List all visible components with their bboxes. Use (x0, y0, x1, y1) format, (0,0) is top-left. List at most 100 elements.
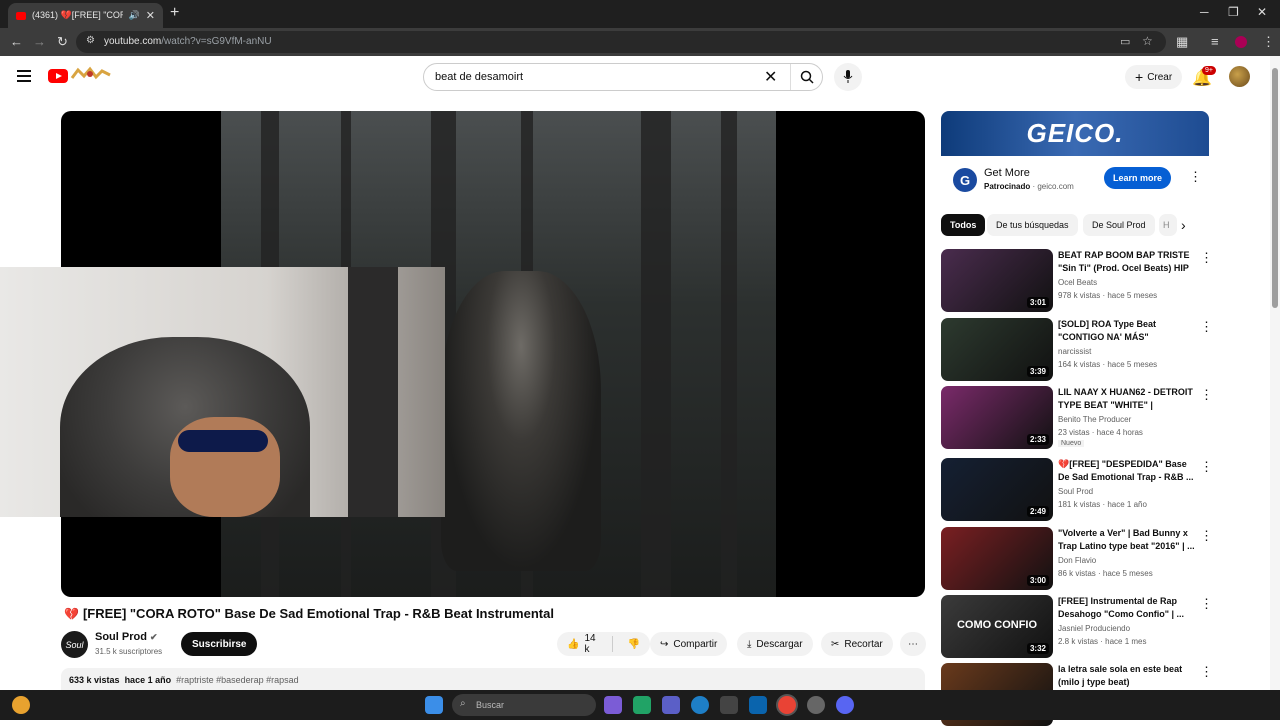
recommended-video[interactable]: 3:01 BEAT RAP BOOM BAP TRISTE "Sin Ti" (P… (941, 249, 1213, 313)
search-button[interactable] (790, 64, 823, 90)
minimize-icon[interactable]: ─ (1200, 5, 1209, 19)
chip-de-soul-prod[interactable]: De Soul Prod (1083, 214, 1155, 236)
create-button[interactable]: + Crear (1125, 65, 1183, 89)
video-thumbnail[interactable]: 3:00 (941, 527, 1053, 590)
download-button[interactable]: ⤓ Descargar (737, 632, 813, 656)
recommended-video[interactable]: 3:39 [SOLD] ROA Type Beat "CONTIGO NA' MÁ… (941, 318, 1213, 382)
reading-list-icon[interactable]: ≡ (1211, 34, 1219, 49)
like-button[interactable]: 👍 14 k (557, 633, 613, 655)
browser-tab[interactable]: (4361) 💔[FREE] "CORA RO 🔊 ✕ (8, 3, 163, 28)
scrollbar-thumb[interactable] (1272, 68, 1278, 308)
channel-name[interactable]: Benito The Producer (1058, 415, 1131, 424)
channel-name[interactable]: Jasniel Produciendo (1058, 624, 1130, 633)
recommended-video[interactable]: COMO CONFIO 3:32 [FREE] Instrumental de Ra… (941, 595, 1213, 659)
profile-icon[interactable] (1235, 36, 1247, 48)
clip-button[interactable]: ✂ Recortar (821, 632, 893, 656)
video-title[interactable]: LIL NAAY X HUAN62 - DETROIT TYPE BEAT "W… (1058, 386, 1196, 412)
video-title[interactable]: la letra sale sola en este beat (milo j … (1058, 663, 1196, 689)
clear-search-icon[interactable]: ✕ (764, 67, 777, 87)
close-window-icon[interactable]: ✕ (1257, 5, 1267, 19)
page-scrollbar[interactable] (1270, 56, 1280, 690)
more-actions-button[interactable]: ⋯ (900, 632, 926, 656)
close-tab-icon[interactable]: ✕ (146, 9, 155, 22)
dislike-button[interactable]: 👎 (618, 639, 650, 650)
maximize-icon[interactable]: ❐ (1228, 5, 1239, 19)
video-title[interactable]: "Volverte a Ver" | Bad Bunny x Trap Lati… (1058, 527, 1196, 553)
teams-icon[interactable] (662, 696, 680, 714)
reload-icon[interactable]: ↻ (57, 34, 68, 50)
video-meta: 164 k vistas · hace 5 meses (1058, 360, 1158, 369)
more-options-icon[interactable]: ⋮ (1200, 387, 1213, 403)
chrome-icon[interactable] (778, 696, 796, 714)
ad-menu-icon[interactable]: ⋮ (1189, 169, 1202, 185)
user-avatar[interactable] (1229, 66, 1250, 87)
chip-partial[interactable]: H (1159, 214, 1177, 236)
more-options-icon[interactable]: ⋮ (1200, 664, 1213, 680)
channel-avatar[interactable]: Soul (61, 631, 88, 658)
recommended-video[interactable]: 3:00 "Volverte a Ver" | Bad Bunny x Trap … (941, 527, 1213, 591)
channel-name[interactable]: Soul Prod ✔ (95, 631, 158, 643)
discord-icon[interactable] (836, 696, 854, 714)
video-title[interactable]: BEAT RAP BOOM BAP TRISTE "Sin Ti" (Prod.… (1058, 249, 1196, 275)
channel-name[interactable]: Ocel Beats (1058, 278, 1097, 287)
chip-todos[interactable]: Todos (941, 214, 986, 236)
chevron-right-icon[interactable]: › (1181, 217, 1186, 233)
extensions-icon[interactable]: ▦ (1176, 34, 1188, 50)
speaker-icon[interactable]: 🔊 (129, 10, 140, 21)
video-meta: 86 k vistas · hace 5 meses (1058, 569, 1153, 578)
search-box[interactable]: beat de desamoirt ✕ (423, 63, 823, 91)
chip-de-tus-busquedas[interactable]: De tus búsquedas (987, 214, 1078, 236)
more-options-icon[interactable]: ⋮ (1200, 319, 1213, 335)
video-title[interactable]: 💔[FREE] "DESPEDIDA" Base De Sad Emotiona… (1058, 458, 1196, 484)
doodle-icon[interactable] (70, 66, 112, 82)
plus-icon: + (1135, 69, 1144, 85)
taskbar-search[interactable]: ⌕ Buscar (452, 694, 596, 716)
edge-icon[interactable] (691, 696, 709, 714)
subscribe-button[interactable]: Suscribirse (181, 632, 258, 656)
more-options-icon[interactable]: ⋮ (1200, 250, 1213, 266)
video-thumbnail[interactable]: 3:01 (941, 249, 1053, 312)
search-input[interactable]: beat de desamoirt (435, 71, 523, 83)
recommended-video[interactable]: 2:49 💔[FREE] "DESPEDIDA" Base De Sad Emot… (941, 458, 1213, 522)
channel-name[interactable]: Soul Prod (1058, 487, 1093, 496)
voice-search-button[interactable] (834, 63, 862, 91)
broken-heart-icon: 💔 (64, 606, 79, 621)
forward-icon[interactable]: → (33, 34, 46, 49)
video-duration: 3:32 (1026, 643, 1049, 654)
video-thumbnail[interactable]: COMO CONFIO 3:32 (941, 595, 1053, 658)
copilot-icon[interactable] (604, 696, 622, 714)
more-options-icon[interactable]: ⋮ (1200, 596, 1213, 612)
new-tab-button[interactable]: + (170, 4, 179, 22)
windows-start-icon[interactable] (425, 696, 443, 714)
share-button[interactable]: ↪ Compartir (650, 632, 728, 656)
cast-icon[interactable]: ▭ (1120, 35, 1130, 48)
video-thumbnail[interactable]: 3:39 (941, 318, 1053, 381)
address-bar[interactable]: ⚙ youtube.com/watch?v=sG9VfM-anNU ▭ ☆ (76, 31, 1166, 53)
recommended-video[interactable]: 2:33 LIL NAAY X HUAN62 - DETROIT TYPE BEA… (941, 386, 1213, 450)
ad-banner[interactable]: GEICO. (941, 111, 1209, 156)
more-options-icon[interactable]: ⋮ (1200, 459, 1213, 475)
menu-icon[interactable] (17, 70, 31, 82)
share-label: Compartir (673, 638, 718, 650)
learn-more-button[interactable]: Learn more (1104, 167, 1172, 189)
bookmark-star-icon[interactable]: ☆ (1142, 34, 1153, 48)
widget-app-icon[interactable] (633, 696, 651, 714)
video-title[interactable]: [SOLD] ROA Type Beat "CONTIGO NA' MÁS" (1058, 318, 1196, 344)
chrome-menu-icon[interactable]: ⋮ (1262, 34, 1275, 50)
description-meta: 633 k vistas hace 1 año #raptriste #base… (69, 675, 299, 685)
app-icon[interactable] (720, 696, 738, 714)
channel-name[interactable]: narcissist (1058, 347, 1091, 356)
video-thumbnail[interactable]: 2:33 (941, 386, 1053, 449)
site-info-icon[interactable]: ⚙ (86, 35, 95, 46)
youtube-logo-icon[interactable] (48, 69, 68, 83)
video-thumbnail[interactable]: 2:49 (941, 458, 1053, 521)
channel-name[interactable]: Don Flavio (1058, 556, 1096, 565)
more-options-icon[interactable]: ⋮ (1200, 528, 1213, 544)
video-title[interactable]: [FREE] Instrumental de Rap Desahogo "Com… (1058, 595, 1196, 621)
microphone-icon (843, 70, 853, 83)
outlook-icon[interactable] (749, 696, 767, 714)
app-icon-2[interactable] (807, 696, 825, 714)
back-icon[interactable]: ← (10, 34, 23, 49)
sponsored-ad[interactable]: GEICO. G Get More Patrocinado · geico.co… (941, 111, 1209, 201)
weather-widget-icon[interactable] (12, 696, 30, 714)
